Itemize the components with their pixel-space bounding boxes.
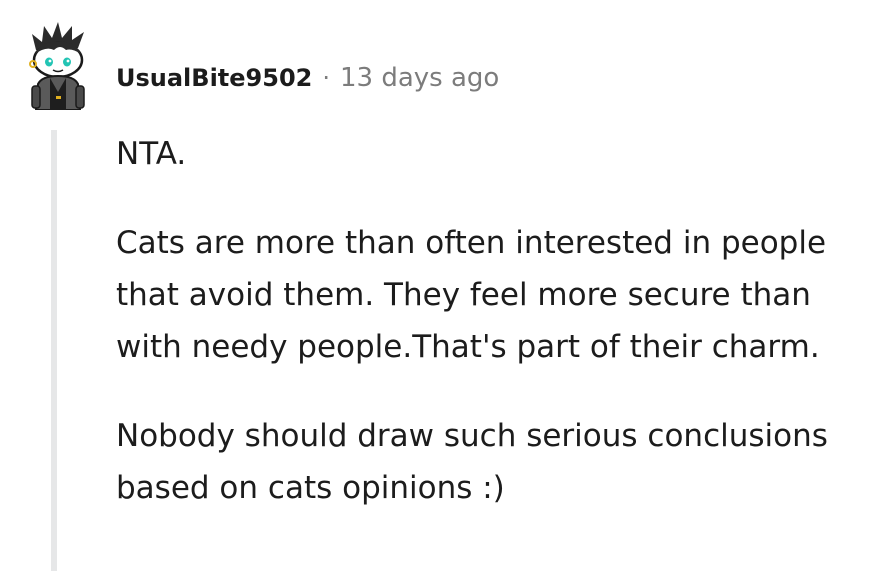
comment-paragraph: NTA. <box>116 136 187 172</box>
snoo-avatar-icon <box>29 22 85 110</box>
comment: UsualBite9502 · 13 days ago NTA. Cats ar… <box>0 0 872 571</box>
comment-header: UsualBite9502 · 13 days ago <box>116 58 499 98</box>
comment-paragraph: Nobody should draw such serious conclusi… <box>116 418 828 506</box>
comment-body: NTA. Cats are more than often interested… <box>116 128 856 514</box>
comment-paragraph: Cats are more than often interested in p… <box>116 225 827 365</box>
author-username[interactable]: UsualBite9502 <box>116 64 312 92</box>
user-avatar[interactable] <box>22 20 94 110</box>
comment-timestamp[interactable]: 13 days ago <box>340 63 499 93</box>
separator-dot: · <box>322 64 330 92</box>
thread-collapse-line[interactable] <box>51 130 57 571</box>
